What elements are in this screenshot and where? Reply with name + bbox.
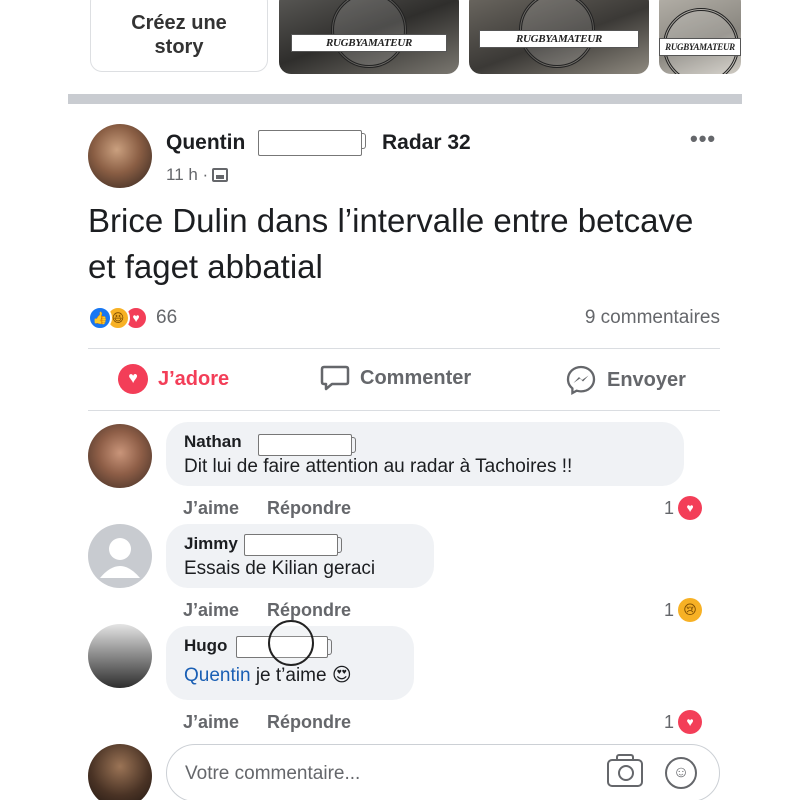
comment-text: Dit lui de faire attention au radar à Ta…: [184, 456, 573, 477]
comment-actions: J’aime Répondre: [183, 600, 351, 621]
comments-count[interactable]: 9 commentaires: [585, 307, 720, 329]
comment-reaction[interactable]: 1 ♥: [664, 710, 702, 734]
heart-icon: ♥: [118, 364, 148, 394]
comment-input-placeholder: Votre commentaire...: [185, 763, 361, 784]
default-avatar-icon: [100, 538, 140, 578]
comment-reply-button[interactable]: Répondre: [267, 498, 351, 519]
messenger-icon: [566, 365, 596, 395]
emoji-icon[interactable]: ☺: [665, 757, 697, 789]
camera-icon[interactable]: [607, 754, 643, 787]
comment-reaction-count: 1: [663, 599, 674, 620]
comment-text: Essais de Kilian geraci: [184, 558, 376, 579]
redaction-box: [258, 130, 366, 156]
story-card[interactable]: RUGBYAMATEUR: [659, 0, 741, 74]
story-card[interactable]: RUGBYAMATEUR: [469, 0, 649, 74]
post-group-name[interactable]: Radar 32: [382, 131, 471, 155]
stories-strip: Créez une story RUGBYAMATEUR RUGBYAMATEU…: [0, 0, 800, 95]
comment-actions: J’aime Répondre: [183, 712, 351, 733]
watermark-band: RUGBYAMATEUR: [479, 30, 639, 48]
comment-like-button[interactable]: J’aime: [183, 712, 239, 733]
post-time[interactable]: 11 h ·: [166, 165, 208, 185]
comment-reply-button[interactable]: Répondre: [267, 712, 351, 733]
divider: [88, 348, 720, 349]
post-author-avatar[interactable]: [88, 124, 152, 188]
story-card[interactable]: RUGBYAMATEUR: [279, 0, 459, 74]
sad-reaction-icon: 😢: [678, 598, 702, 622]
post-text: Brice Dulin dans l’intervalle entre betc…: [88, 202, 694, 285]
reaction-count: 66: [156, 307, 178, 328]
comment-text-body: je t’aime 😍: [255, 665, 352, 686]
comment-avatar[interactable]: [88, 424, 152, 488]
love-button[interactable]: ♥ J’adore: [118, 364, 229, 394]
create-story-label: Créez une story: [131, 12, 227, 58]
send-label: Envoyer: [607, 368, 686, 391]
comment-bubble: Nathan Dit lui de faire attention au rad…: [166, 422, 684, 486]
comment-like-button[interactable]: J’aime: [183, 498, 239, 519]
comment-text: Quentin je t’aime 😍: [184, 664, 396, 687]
love-reaction-icon: ♥: [678, 710, 702, 734]
create-story-card[interactable]: Créez une story: [90, 0, 268, 72]
post-author-name[interactable]: Quentin: [166, 131, 245, 155]
love-reaction-icon: ♥: [678, 496, 702, 520]
comment-avatar[interactable]: [88, 524, 152, 588]
redaction-box: [258, 434, 356, 456]
divider: [88, 410, 720, 411]
comment-like-button[interactable]: J’aime: [183, 600, 239, 621]
watermark-band: RUGBYAMATEUR: [659, 38, 741, 56]
comment-author[interactable]: Nathan: [184, 432, 666, 454]
like-reaction-icon: 👍: [88, 306, 112, 330]
watermark-band: RUGBYAMATEUR: [291, 34, 447, 52]
redaction-box: [244, 534, 342, 556]
comment-reaction[interactable]: 1 😢: [664, 598, 702, 622]
composer-avatar: [88, 744, 152, 800]
watermark-stamp: [268, 620, 314, 666]
post-meta: 11 h ·: [166, 165, 229, 185]
mention-link[interactable]: Quentin: [184, 665, 251, 686]
comment-reaction[interactable]: 1 ♥: [664, 496, 702, 520]
reactions-summary[interactable]: 👍 😆 ♥ 66: [88, 306, 177, 330]
send-button[interactable]: Envoyer: [565, 364, 686, 396]
more-options-icon[interactable]: •••: [690, 126, 716, 152]
love-label: J’adore: [158, 367, 230, 390]
comment-avatar[interactable]: [88, 624, 152, 688]
comment-label: Commenter: [360, 366, 472, 389]
comment-bubble-icon: [320, 365, 350, 391]
feed-divider: [68, 94, 742, 104]
comment-input[interactable]: Votre commentaire... ☺: [166, 744, 720, 800]
comment-actions: J’aime Répondre: [183, 498, 351, 519]
comment-reaction-count: 1: [663, 711, 674, 732]
comment-reply-button[interactable]: Répondre: [267, 600, 351, 621]
comment-reaction-count: 1: [663, 497, 674, 518]
photo-icon: [212, 168, 229, 182]
comment-button[interactable]: Commenter: [320, 364, 471, 392]
